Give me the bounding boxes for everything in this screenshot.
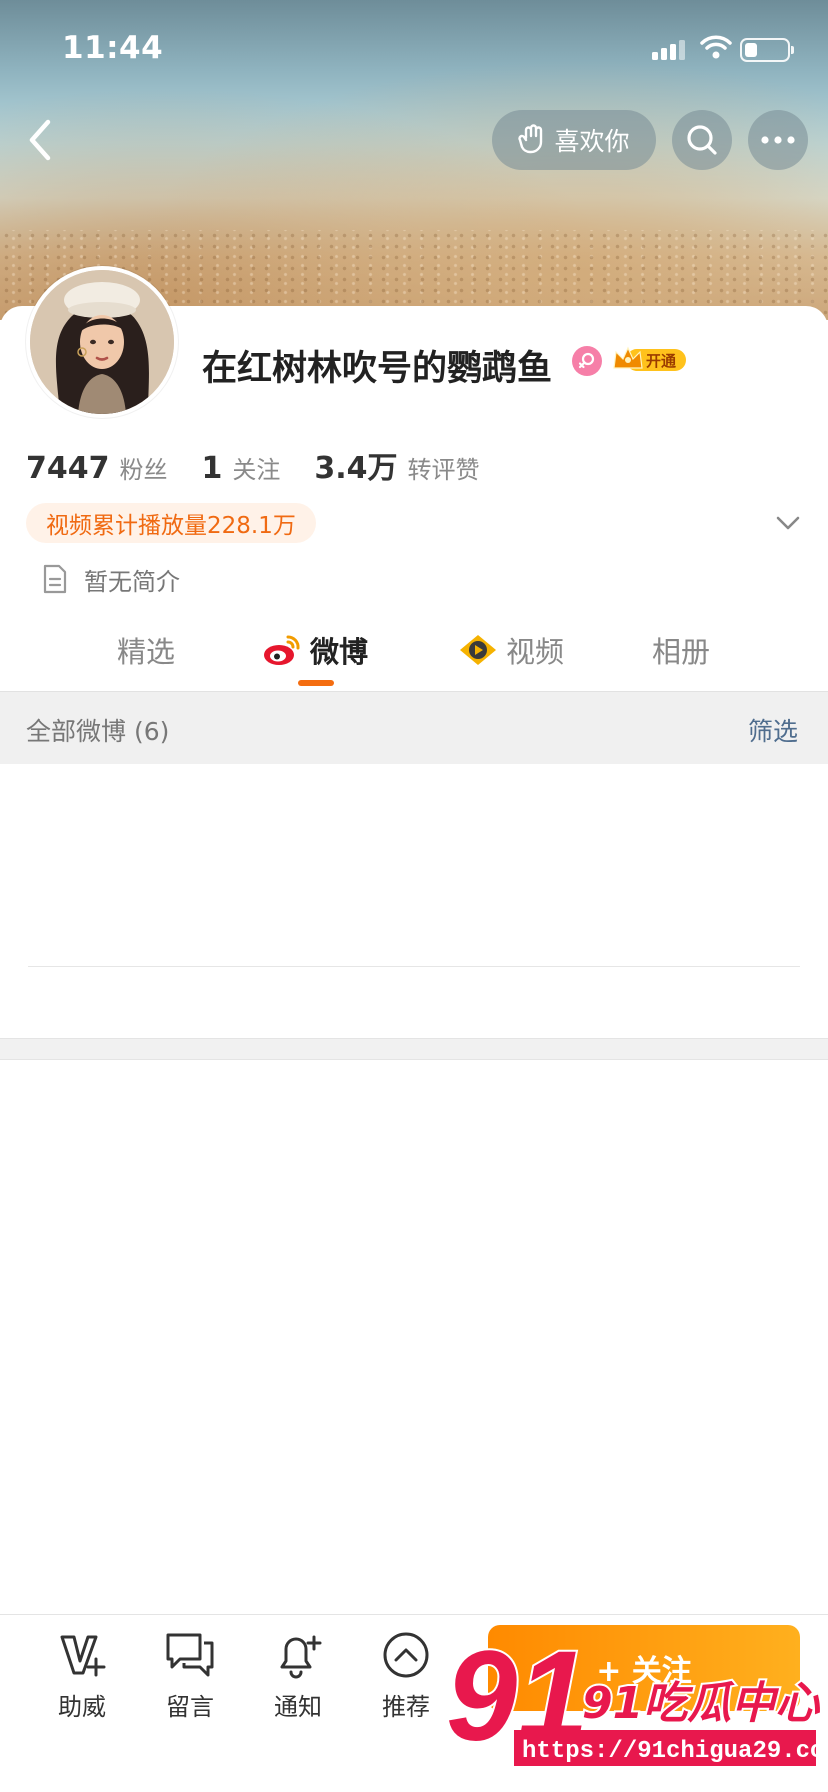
wifi-icon xyxy=(700,35,732,59)
battery-icon xyxy=(740,38,794,62)
like-you-label: 喜欢你 xyxy=(554,127,630,156)
status-bar: 11:44 xyxy=(0,0,828,96)
recommend-button[interactable]: 推荐 xyxy=(360,1629,452,1733)
more-button[interactable] xyxy=(748,110,808,170)
stat-following-label: 关注 xyxy=(232,456,281,484)
message-button[interactable]: 留言 xyxy=(144,1629,236,1733)
search-icon xyxy=(687,125,717,155)
tab-featured-label: 精选 xyxy=(117,635,176,669)
avatar[interactable] xyxy=(26,266,178,418)
notify-button[interactable]: 通知 xyxy=(252,1629,344,1733)
filter-button[interactable]: 筛选 xyxy=(748,712,798,748)
tab-album-label: 相册 xyxy=(652,635,711,669)
avatar-illustration xyxy=(30,270,174,414)
content-divider xyxy=(28,966,800,967)
stat-followers[interactable]: 7447 粉丝 xyxy=(26,450,168,486)
watermark-brand: 91吃瓜中心 xyxy=(582,1678,821,1729)
stat-following[interactable]: 1 关注 xyxy=(202,450,281,486)
expand-profile-button[interactable] xyxy=(772,510,804,536)
female-gender-icon xyxy=(572,346,602,376)
stat-followers-label: 粉丝 xyxy=(119,456,168,484)
status-time: 11:44 xyxy=(62,30,164,66)
tab-album[interactable]: 相册 xyxy=(652,628,710,672)
stat-interactions-label: 转评赞 xyxy=(407,456,480,484)
profile-tabs: 精选 微博 视频 相册 xyxy=(0,620,828,690)
stat-interactions[interactable]: 3.4万 转评赞 xyxy=(314,443,479,487)
active-tab-indicator xyxy=(298,680,334,686)
chevron-left-icon xyxy=(29,119,51,161)
battery-level xyxy=(745,43,757,57)
tab-featured[interactable]: 精选 xyxy=(117,628,175,672)
more-horizontal-icon xyxy=(761,136,795,144)
bio-row: 暂无简介 xyxy=(42,562,180,596)
username: 在红树林吹号的鹦鹉鱼 xyxy=(202,349,553,389)
bio-text: 暂无简介 xyxy=(84,567,180,596)
back-button[interactable] xyxy=(18,112,68,168)
tab-weibo-label: 微博 xyxy=(310,635,369,669)
chevron-down-icon xyxy=(776,516,800,530)
section-separator xyxy=(0,1038,828,1060)
vip-open-label: 开通 xyxy=(646,352,677,370)
weibo-logo-icon xyxy=(264,635,300,665)
all-posts-count: 全部微博 (6) xyxy=(26,717,170,746)
notify-label: 通知 xyxy=(274,1693,322,1721)
filter-bar: 全部微博 (6) 筛选 xyxy=(0,691,828,764)
tab-video[interactable]: 视频 xyxy=(458,628,564,672)
watermark-url: https://91chigua29.com xyxy=(522,1738,828,1765)
stat-following-value: 1 xyxy=(201,451,223,486)
message-bubbles-icon xyxy=(166,1633,214,1677)
watermark-logo: 91 91吃瓜中心 https://91chigua29.com xyxy=(444,1623,828,1770)
v-plus-icon xyxy=(60,1635,106,1677)
search-button[interactable] xyxy=(672,110,732,170)
message-label: 留言 xyxy=(166,1693,214,1721)
profile-stats: 7447 粉丝 1 关注 3.4万 转评赞 xyxy=(26,443,514,486)
video-play-icon xyxy=(460,635,496,665)
document-icon xyxy=(43,564,67,594)
support-button[interactable]: 助威 xyxy=(36,1629,128,1733)
stat-followers-value: 7447 xyxy=(26,451,110,486)
bell-plus-icon xyxy=(280,1635,322,1679)
video-play-count-pill[interactable]: 视频累计播放量228.1万 xyxy=(26,503,316,543)
recommend-label: 推荐 xyxy=(382,1693,430,1721)
hand-wave-icon xyxy=(518,124,543,154)
like-you-button[interactable]: 喜欢你 xyxy=(492,110,656,170)
tab-weibo[interactable]: 微博 xyxy=(262,628,368,672)
support-label: 助威 xyxy=(58,1693,106,1721)
signal-icon xyxy=(652,38,688,60)
tab-video-label: 视频 xyxy=(506,635,565,669)
stat-interactions-value: 3.4万 xyxy=(314,451,398,486)
vip-open-badge[interactable]: 开通 xyxy=(612,344,688,376)
chevron-up-circle-icon xyxy=(383,1632,429,1678)
